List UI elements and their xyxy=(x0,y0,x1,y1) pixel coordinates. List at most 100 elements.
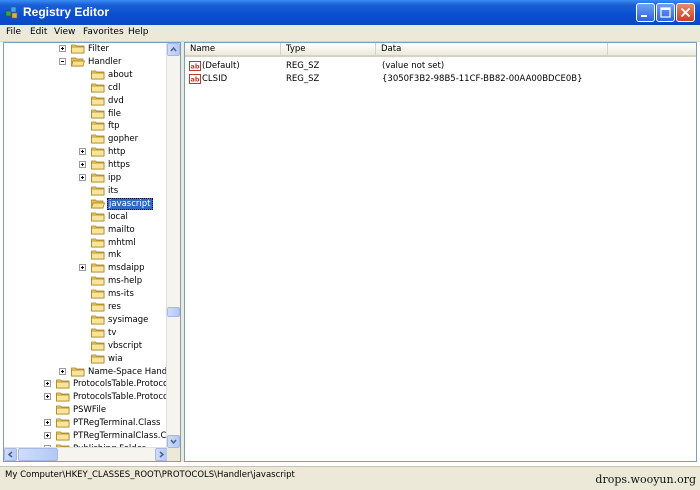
tree-item-label[interactable]: Name-Space Handle xyxy=(87,366,176,378)
scroll-up-button[interactable] xyxy=(167,43,180,56)
collapse-icon[interactable] xyxy=(59,57,66,65)
column-header-data[interactable]: Data xyxy=(376,43,608,57)
tree-item-label[interactable]: gopher xyxy=(107,133,139,145)
scroll-left-button[interactable] xyxy=(4,448,17,461)
tree-item-label[interactable]: res xyxy=(107,301,122,313)
string-value-icon: ab xyxy=(189,73,201,84)
expand-icon[interactable] xyxy=(79,264,86,272)
tree-item[interactable]: sysimage xyxy=(4,314,168,327)
minimize-button[interactable] xyxy=(636,3,655,22)
tree-item[interactable]: javascript xyxy=(4,197,168,211)
tree-item[interactable]: cdl xyxy=(4,82,168,95)
tree-item-label[interactable]: msdaipp xyxy=(107,262,145,274)
tree-item-label[interactable]: about xyxy=(107,69,134,81)
tree-item[interactable]: mhtml xyxy=(4,237,168,250)
tree-item[interactable]: res xyxy=(4,301,168,314)
tree-item-label[interactable]: Filter xyxy=(87,43,110,55)
scroll-thumb[interactable] xyxy=(167,307,180,317)
tree-item[interactable]: Filter xyxy=(4,43,168,56)
expand-icon[interactable] xyxy=(79,174,86,181)
tree-item-label[interactable]: PSWFile xyxy=(72,404,107,416)
tree-item[interactable]: mailto xyxy=(4,224,168,237)
menu-view[interactable]: View xyxy=(54,27,75,37)
tree-item[interactable]: tv xyxy=(4,327,168,340)
tree-item[interactable]: vbscript xyxy=(4,340,168,353)
tree-item-label[interactable]: file xyxy=(107,108,122,120)
menu-edit[interactable]: Edit xyxy=(30,27,47,37)
tree-item[interactable]: its xyxy=(4,185,168,198)
folder-icon xyxy=(91,341,105,351)
tree-item-label[interactable]: local xyxy=(107,211,129,223)
tree-item-label[interactable]: cdl xyxy=(107,82,121,94)
tree-item[interactable]: local xyxy=(4,211,168,224)
title-bar[interactable]: Registry Editor xyxy=(0,0,700,25)
chevron-down-icon xyxy=(170,439,177,445)
expand-icon[interactable] xyxy=(79,161,86,169)
expand-icon[interactable] xyxy=(79,148,86,156)
folder-icon xyxy=(91,302,105,312)
tree-item-label[interactable]: https xyxy=(107,159,131,171)
expand-icon[interactable] xyxy=(44,419,51,427)
tree-item-label[interactable]: PTRegTerminalClass.Cla xyxy=(72,430,175,442)
tree-item[interactable]: Name-Space Handle xyxy=(4,366,175,379)
tree-item-label[interactable]: dvd xyxy=(107,95,125,107)
tree-item[interactable]: ftp xyxy=(4,120,168,133)
tree-item[interactable]: mk xyxy=(4,249,168,262)
tree-item-label[interactable]: Handler xyxy=(87,56,122,68)
tree-item-label[interactable]: tv xyxy=(107,327,117,339)
tree-vertical-scrollbar[interactable] xyxy=(166,43,180,448)
tree-item-label[interactable]: ms-help xyxy=(107,275,143,287)
maximize-button[interactable] xyxy=(656,3,675,22)
tree-item-label[interactable]: ms-its xyxy=(107,288,135,300)
tree-item[interactable]: gopher xyxy=(4,133,168,146)
folder-icon xyxy=(91,289,105,299)
tree-item-label[interactable]: mailto xyxy=(107,224,136,236)
tree-item[interactable]: msdaipp xyxy=(4,262,168,275)
tree-item-label[interactable]: ProtocolsTable.Protocol xyxy=(72,391,172,403)
tree-item-label[interactable]: http xyxy=(107,146,126,158)
tree-item[interactable]: file xyxy=(4,108,168,121)
tree-item[interactable]: https xyxy=(4,159,168,172)
menu-favorites[interactable]: Favorites xyxy=(83,27,124,37)
registry-key-tree[interactable]: Filter Handler about cdl dvd file ftp gopher htt… xyxy=(3,42,181,462)
tree-item-label[interactable]: ipp xyxy=(107,172,122,184)
tree-item[interactable]: PTRegTerminalClass.Cla xyxy=(4,430,174,443)
tree-item[interactable]: wia xyxy=(4,353,168,366)
expand-icon[interactable] xyxy=(44,380,51,388)
registry-values-list[interactable]: Name Type Data ab (Default) REG_SZ (value n… xyxy=(184,42,697,462)
tree-item-label[interactable]: sysimage xyxy=(107,314,149,326)
tree-item[interactable]: ProtocolsTable.Protocol xyxy=(4,378,171,391)
tree-item-label[interactable]: ftp xyxy=(107,120,121,132)
tree-item[interactable]: ipp xyxy=(4,172,168,185)
tree-item-label[interactable]: ProtocolsTable.Protocol xyxy=(72,378,172,390)
expand-icon[interactable] xyxy=(59,45,66,52)
tree-item-label[interactable]: mhtml xyxy=(107,237,137,249)
tree-item[interactable]: Handler xyxy=(4,56,168,69)
scroll-down-button[interactable] xyxy=(167,435,180,448)
tree-item[interactable]: ms-help xyxy=(4,275,168,288)
tree-horizontal-scrollbar[interactable] xyxy=(4,447,168,461)
close-button[interactable] xyxy=(676,3,695,22)
tree-item-label[interactable]: PTRegTerminal.Class xyxy=(72,417,161,429)
tree-item-label[interactable]: wia xyxy=(107,353,124,365)
column-header-type[interactable]: Type xyxy=(281,43,376,57)
menu-file[interactable]: File xyxy=(6,27,21,37)
expand-icon[interactable] xyxy=(44,393,51,401)
tree-item-label[interactable]: mk xyxy=(107,249,122,261)
expand-icon[interactable] xyxy=(59,367,66,375)
tree-item[interactable]: about xyxy=(4,69,168,82)
menu-help[interactable]: Help xyxy=(128,27,149,37)
column-header-name[interactable]: Name xyxy=(185,43,281,57)
expand-icon[interactable] xyxy=(44,432,51,439)
tree-item[interactable]: ms-its xyxy=(4,288,168,301)
tree-item[interactable]: ProtocolsTable.Protocol xyxy=(4,391,171,404)
tree-item[interactable]: PSWFile xyxy=(4,404,168,417)
tree-item[interactable]: http xyxy=(4,146,168,159)
tree-item-label[interactable]: javascript xyxy=(107,197,153,210)
tree-item-label[interactable]: its xyxy=(107,185,119,197)
tree-item[interactable]: PTRegTerminal.Class xyxy=(4,417,168,430)
tree-item[interactable]: dvd xyxy=(4,95,168,108)
folder-icon xyxy=(91,354,105,363)
horizontal-scroll-thumb[interactable] xyxy=(18,448,58,461)
tree-item-label[interactable]: vbscript xyxy=(107,340,143,352)
